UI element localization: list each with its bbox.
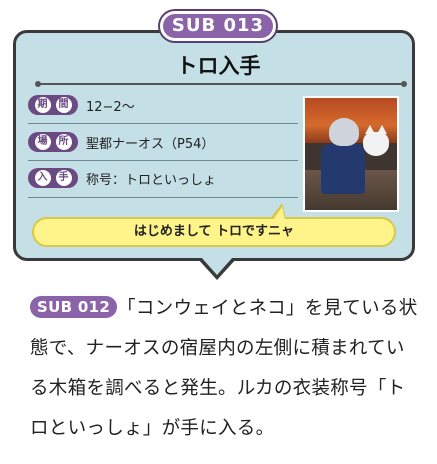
speech-bubble: はじめまして トロですニャ (32, 217, 396, 247)
period-label-pill: 期 間 (28, 95, 78, 115)
location-value: 聖都ナーオス（P54） (86, 136, 215, 152)
row-divider (28, 197, 298, 198)
cat-figure (363, 125, 389, 156)
period-value: 12−2～ (86, 99, 135, 115)
location-label-pill: 場 所 (28, 132, 78, 152)
character-figure (321, 144, 365, 194)
description-text: SUB 012 「コンウェイとネコ」を見ている状態で、ナーオスの宿屋内の左側に積ま… (30, 289, 422, 449)
reward-row: 入 手 称号：トロといっしょ (28, 167, 216, 189)
quest-title: トロ入手 (176, 54, 261, 78)
reward-label-pill: 入 手 (28, 168, 78, 188)
period-row: 期 間 12−2～ (28, 94, 135, 116)
description-body: 「コンウェイとネコ」を見ている状態で、ナーオスの宿屋内の左側に積まれている木箱を… (30, 298, 418, 439)
sub-ref-badge: SUB 012 (30, 296, 118, 318)
sub-quest-badge: SUB 013 (160, 11, 276, 41)
game-screenshot-image (303, 96, 399, 212)
location-row: 場 所 聖都ナーオス（P54） (28, 131, 214, 153)
row-divider (28, 160, 298, 161)
title-divider (35, 81, 407, 87)
reward-value: 称号：トロといっしょ (86, 172, 217, 188)
row-divider (28, 123, 298, 124)
